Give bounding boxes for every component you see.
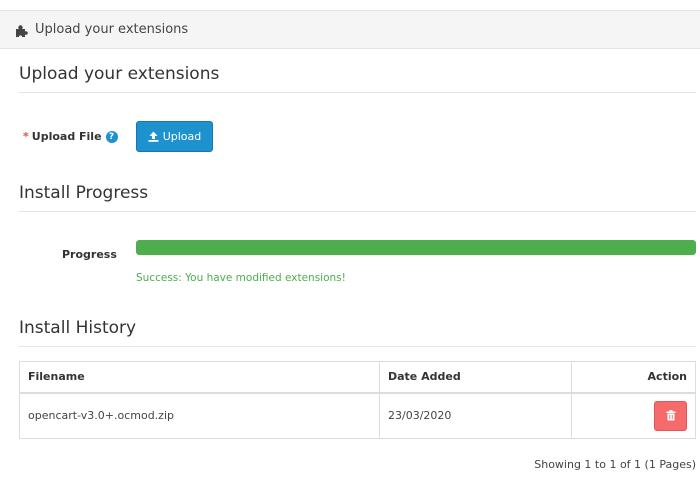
question-circle-icon[interactable]: ? [105, 130, 118, 143]
panel-heading: Upload your extensions [0, 10, 700, 49]
upload-file-label: * Upload File ? [23, 130, 118, 143]
upload-button[interactable]: Upload [136, 121, 213, 152]
progress-bar-fill [136, 240, 696, 255]
upload-section-title: Upload your extensions [19, 64, 696, 93]
install-history-table: Filename Date Added Action opencart-v3.0… [19, 361, 696, 439]
success-message: Success: You have modified extensions! [136, 272, 346, 284]
progress-bar [136, 240, 696, 255]
progress-label: Progress [62, 248, 117, 261]
trash-icon [666, 410, 675, 421]
panel-title: Upload your extensions [35, 22, 189, 37]
upload-icon [148, 131, 159, 142]
column-header-action: Action [571, 361, 696, 394]
history-section-title: Install History [19, 318, 696, 347]
pagination-summary: Showing 1 to 1 of 1 (1 Pages) [534, 458, 696, 471]
required-mark: * [23, 130, 29, 143]
column-header-date-added: Date Added [379, 361, 572, 394]
date-added-cell: 23/03/2020 [379, 392, 572, 439]
filename-cell: opencart-v3.0+.ocmod.zip [19, 392, 380, 439]
delete-button[interactable] [654, 400, 687, 431]
column-header-filename: Filename [19, 361, 380, 394]
upload-button-label: Upload [162, 130, 202, 143]
table-header-row: Filename Date Added Action [19, 361, 696, 394]
action-cell [571, 392, 696, 439]
puzzle-icon [14, 23, 28, 39]
table-row: opencart-v3.0+.ocmod.zip 23/03/2020 [19, 392, 696, 439]
progress-section-title: Install Progress [19, 183, 696, 212]
upload-file-label-text: Upload File [31, 130, 102, 143]
